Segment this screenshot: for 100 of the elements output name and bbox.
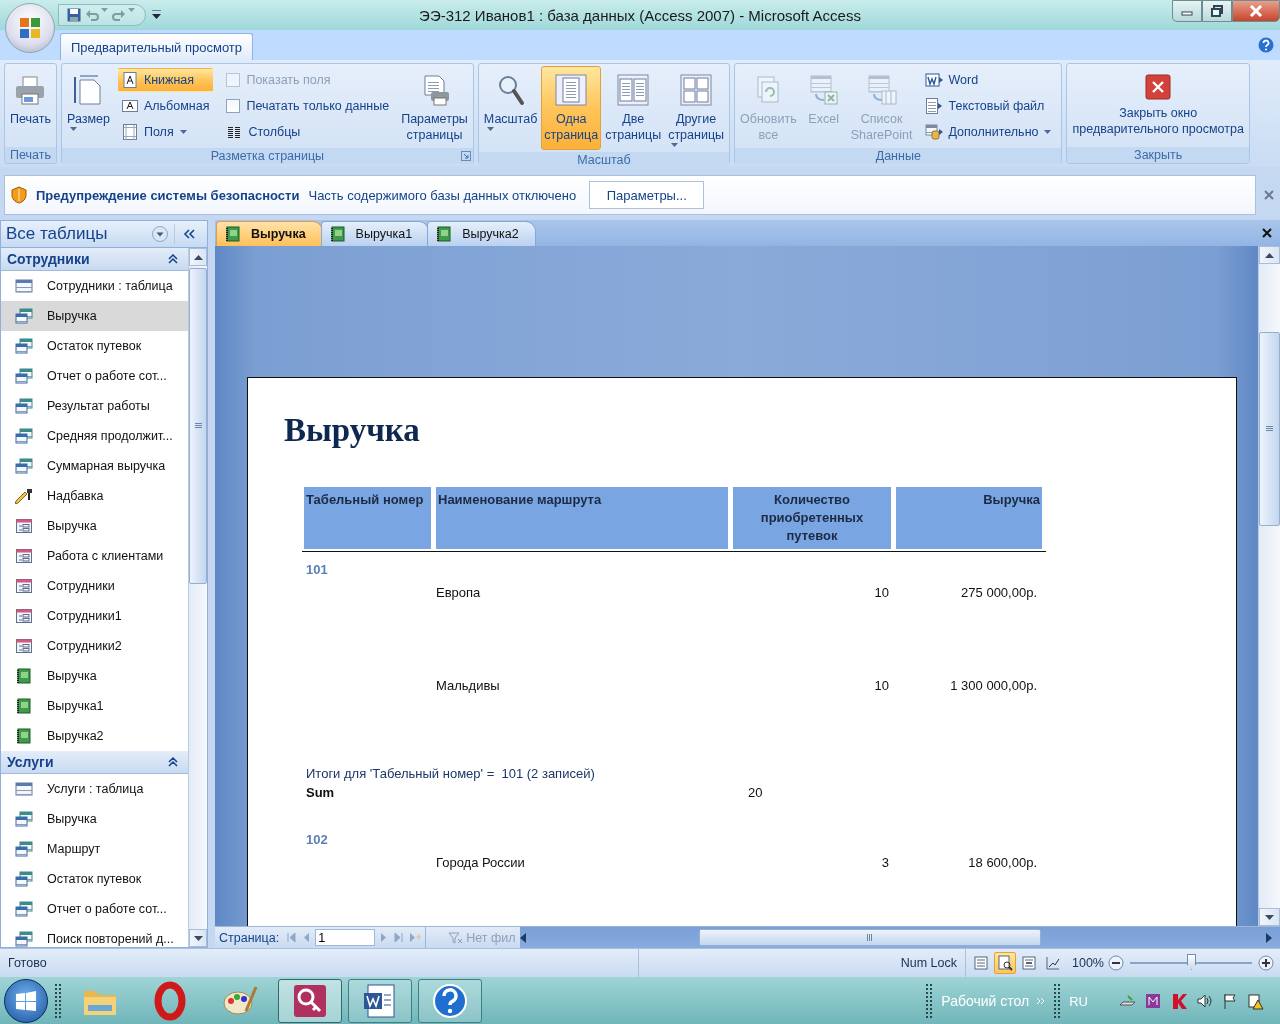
report-title: Выручка (284, 412, 420, 449)
route-cell-text: Города России (436, 855, 526, 872)
nav-item[interactable]: Остаток путевок (1, 864, 188, 894)
document-tab[interactable]: Выручка1 (320, 221, 430, 246)
nav-item[interactable]: Остаток путевок (1, 331, 188, 361)
up-arrow-icon (193, 254, 203, 260)
document-tab[interactable]: Выручка2 (427, 221, 536, 246)
view-button[interactable] (994, 952, 1016, 974)
nav-item[interactable]: Маршрут (1, 834, 188, 864)
count-cell-text: 10 (873, 585, 890, 602)
design-view-icon (1045, 955, 1061, 971)
group-header[interactable]: Услуги (1, 751, 188, 774)
book-icon (15, 728, 33, 744)
book-icon (435, 226, 454, 242)
list-export-icon (865, 74, 898, 106)
nav-item[interactable]: Выручка1 (1, 691, 188, 721)
checkbox[interactable] (226, 99, 241, 113)
nav-item[interactable]: Сотрудники (1, 571, 188, 601)
taskbar-app[interactable] (278, 979, 342, 1023)
start-button[interactable] (4, 979, 48, 1023)
nav-item[interactable]: Суммарная выручка (1, 451, 188, 481)
ribbon-button[interactable]: Другие страницы (665, 66, 728, 150)
new-record-icon (409, 933, 422, 942)
nav-item[interactable]: Отчет о работе сот... (1, 361, 188, 391)
zoom-slider[interactable] (1187, 954, 1196, 970)
ribbon-button[interactable]: Параметры страницы (398, 66, 471, 146)
nav-item[interactable]: Выручка (1, 661, 188, 691)
right-arrow-icon (1266, 932, 1272, 943)
ribbon-button[interactable]: Столбцы (222, 120, 394, 144)
nav-item[interactable]: Средняя продолжит... (1, 421, 188, 451)
ribbon-button[interactable]: Две страницы (602, 66, 665, 150)
nav-item[interactable]: Сотрудники2 (1, 631, 188, 661)
ribbon-button[interactable]: Одна страница (541, 66, 602, 150)
nav-item[interactable]: Результат работы (1, 391, 188, 421)
close-icon (1249, 5, 1263, 17)
ribbon-button[interactable]: Текстовый файл (920, 94, 1056, 118)
nav-item[interactable]: Отчет о работе сот... (1, 894, 188, 924)
nav-item[interactable]: Выручка (1, 511, 188, 541)
revenue-cell-text: 275 000,00р. (960, 585, 1038, 602)
page-number-field[interactable]: 1 (315, 929, 376, 946)
ribbon-button[interactable]: Печать (7, 66, 54, 145)
nav-item[interactable]: Работа с клиентами (1, 541, 188, 571)
up-arrow-icon (1265, 252, 1274, 258)
nav-item[interactable]: Услуги : таблица (1, 774, 188, 804)
taskbar-app[interactable] (418, 979, 482, 1023)
portrait-icon (121, 72, 138, 88)
vertical-scrollbar[interactable] (188, 248, 207, 947)
document-tab[interactable]: Выручка (216, 221, 323, 246)
maximize-button[interactable] (1202, 0, 1232, 22)
options-button[interactable]: Параметры... (589, 181, 705, 209)
flag-icon (1222, 993, 1238, 1009)
column-header: Наименование маршрута (436, 487, 728, 549)
printer-icon (14, 74, 47, 106)
checkbox-label: Печатать только данные (246, 99, 390, 113)
ribbon-button[interactable]: Word (920, 68, 1056, 92)
close-icon (1262, 228, 1272, 238)
ribbon-button[interactable]: Поля (117, 120, 214, 144)
nav-item[interactable]: Сотрудники : таблица (1, 271, 188, 301)
nav-item[interactable]: Сотрудники1 (1, 601, 188, 631)
zoom-out-icon (1108, 955, 1124, 971)
undo-button[interactable] (85, 8, 108, 22)
ribbon-tab[interactable]: Предварительный просмотр (60, 33, 253, 60)
group-header[interactable]: Сотрудники (1, 248, 188, 271)
nav-item[interactable]: Выручка (1, 301, 188, 331)
form-icon (15, 578, 33, 594)
help-icon (430, 981, 470, 1021)
caret-icon (128, 8, 135, 12)
nav-item[interactable]: Выручка2 (1, 721, 188, 751)
left-arrow-icon (520, 932, 527, 943)
warning-message: Часть содержимого базы данных отключено (308, 187, 577, 203)
ribbon-button[interactable]: Закрыть окно предварительного просмотра (1069, 66, 1247, 145)
form-icon (15, 518, 33, 534)
query-icon (15, 811, 33, 827)
columns-icon (226, 124, 243, 140)
close-button[interactable] (1232, 0, 1280, 22)
ribbon-button[interactable]: Масштаб (480, 66, 541, 150)
windows-logo-icon (15, 990, 37, 1012)
group-label: Данные (875, 149, 921, 163)
vertical-scrollbar[interactable] (1258, 246, 1280, 926)
redo-button[interactable] (112, 8, 135, 22)
save-icon (67, 8, 81, 22)
route-cell-text: Европа (436, 585, 482, 602)
column-header: Табельный номер (304, 487, 431, 549)
column-header: Количество приобретенных путевок (733, 487, 891, 549)
nav-item[interactable]: Поиск повторений д... (1, 924, 188, 947)
ribbon-button[interactable]: Дополнительно (920, 120, 1056, 144)
toggle-button[interactable]: Альбомная (117, 94, 214, 118)
ribbon-button[interactable]: Размер (63, 66, 113, 146)
toggle-button[interactable]: Книжная (117, 68, 214, 92)
revenue-cell-text: 1 300 000,00р. (949, 678, 1038, 695)
close-icon (1264, 190, 1274, 200)
nav-item[interactable]: Выручка (1, 804, 188, 834)
revenue-cell-text: 18 600,00р. (967, 855, 1038, 872)
previous-page-icon (302, 933, 312, 942)
squares-icon (18, 16, 42, 40)
horizontal-scrollbar[interactable] (520, 927, 1280, 948)
taskbar-app[interactable] (348, 979, 412, 1023)
office-button[interactable] (5, 3, 55, 53)
nav-item[interactable]: Надбавка (1, 481, 188, 511)
shield-icon (11, 186, 27, 204)
